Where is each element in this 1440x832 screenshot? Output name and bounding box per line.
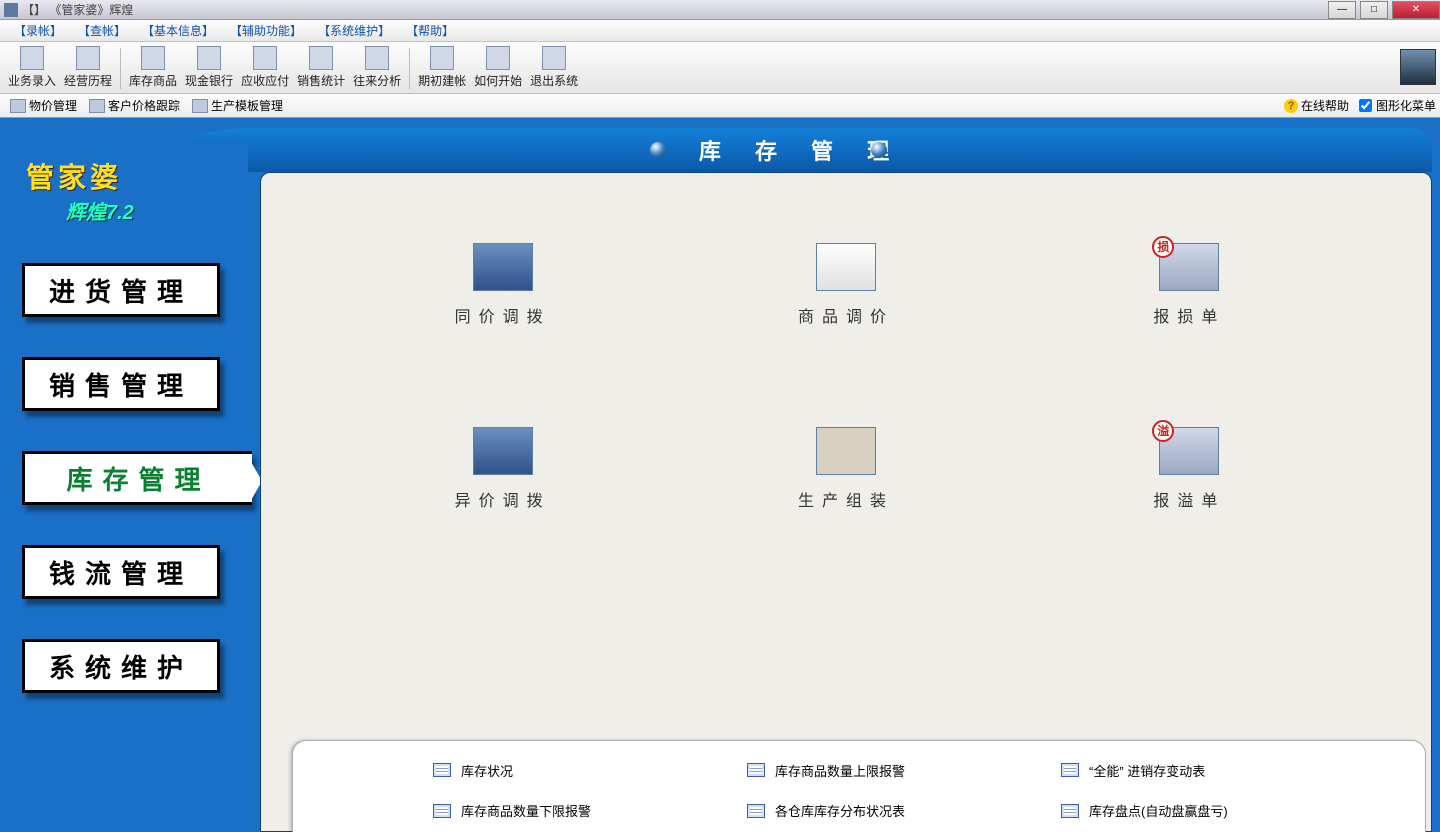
help-icon [486,46,510,70]
bl-stocktake[interactable]: 库存盘点(自动盘赢盘亏) [1061,796,1295,827]
tools-icon [816,427,876,475]
warehouse-icon [473,243,533,291]
tb-sales-stat[interactable]: 销售统计 [293,44,349,93]
fn-loss-sheet[interactable]: 损报损单 [1048,243,1331,327]
logo-line1: 管家婆 [26,156,238,196]
grid-icon [1061,763,1079,777]
tb-exit[interactable]: 退出系统 [526,44,582,93]
overflow-badge-icon: 溢 [1152,420,1174,442]
bank-icon [197,46,221,70]
grid-icon [747,804,765,818]
menubar: 【录帐】 【查帐】 【基本信息】 【辅助功能】 【系统维护】 【帮助】 [0,20,1440,42]
page-header: 库 存 管 理 [170,128,1432,172]
menu-ledger-query[interactable]: 【查帐】 [70,22,134,39]
fn-overflow-sheet[interactable]: 溢报溢单 [1048,427,1331,511]
fn-diff-price-transfer[interactable]: 异价调拨 [361,427,644,511]
bl-stock-status[interactable]: 库存状况 [433,755,667,786]
exchange-icon [365,46,389,70]
tb-recv-pay[interactable]: 应收应付 [237,44,293,93]
grid-icon [433,763,451,777]
tb-contacts[interactable]: 往来分析 [349,44,405,93]
warehouse-icon [473,427,533,475]
close-button[interactable]: ✕ [1392,1,1440,19]
separator [120,48,121,89]
toolbar-secondary: 物价管理 客户价格跟踪 生产模板管理 ? 在线帮助 图形化菜单 [0,94,1440,118]
nav-sales[interactable]: 销售管理 [22,357,220,411]
tb2-price-mgmt[interactable]: 物价管理 [4,97,83,114]
function-grid: 同价调拨 商品调价 损报损单 异价调拨 生产组装 溢报溢单 [261,173,1431,551]
loss-badge-icon: 损 [1152,236,1174,258]
bl-lower-alarm[interactable]: 库存商品数量下限报警 [433,796,667,827]
bl-all-move[interactable]: “全能” 进销存变动表 [1061,755,1295,786]
doc-icon [10,99,26,113]
nav-cashflow[interactable]: 钱流管理 [22,545,220,599]
app-icon [4,3,18,17]
nav-purchase[interactable]: 进货管理 [22,263,220,317]
bl-upper-alarm[interactable]: 库存商品数量上限报警 [747,755,981,786]
bl-dist-status[interactable]: 各仓库库存分布状况表 [747,796,981,827]
tb-how-start[interactable]: 如何开始 [470,44,526,93]
chart-icon [309,46,333,70]
toolbar-main: 业务录入 经营历程 库存商品 现金银行 应收应付 销售统计 往来分析 期初建帐 … [0,42,1440,94]
tb-cash-bank[interactable]: 现金银行 [181,44,237,93]
ornament-ball-icon [650,142,666,158]
maximize-button[interactable]: □ [1360,1,1388,19]
content-panel: 同价调拨 商品调价 损报损单 异价调拨 生产组装 溢报溢单 [260,172,1432,832]
exit-icon [542,46,566,70]
fn-same-price-transfer[interactable]: 同价调拨 [361,243,644,327]
template-icon [192,99,208,113]
graph-menu-checkbox[interactable] [1359,99,1372,112]
graph-menu-label: 图形化菜单 [1376,97,1436,114]
brand-cube-icon [1400,49,1436,85]
bottom-list: 库存状况 库存商品数量上限报警 “全能” 进销存变动表 库存商品数量下限报警 各… [292,740,1426,832]
grid-icon [1061,804,1079,818]
logo-line2: 辉煌7.2 [66,196,238,225]
pencil-icon [20,46,44,70]
question-icon: ? [1284,99,1298,113]
nav-inventory[interactable]: 库存管理 [22,451,252,505]
minimize-button[interactable]: — [1328,1,1356,19]
menu-system[interactable]: 【系统维护】 [310,22,398,39]
menu-ledger-entry[interactable]: 【录帐】 [6,22,70,39]
tb-inventory[interactable]: 库存商品 [125,44,181,93]
tb2-cust-price[interactable]: 客户价格跟踪 [83,97,186,114]
separator [409,48,410,89]
grid-icon [747,763,765,777]
chart-icon [816,243,876,291]
logo: 管家婆 辉煌7.2 [8,142,248,249]
ornament-ball-icon [871,142,887,158]
fn-price-adjust[interactable]: 商品调价 [704,243,987,327]
track-icon [89,99,105,113]
balance-icon [253,46,277,70]
box-icon [141,46,165,70]
menu-basic-info[interactable]: 【基本信息】 [134,22,222,39]
tb-biz-entry[interactable]: 业务录入 [4,44,60,93]
tb-biz-history[interactable]: 经营历程 [60,44,116,93]
window-title: 【】 《管家婆》辉煌 [22,1,133,18]
grid-icon [433,804,451,818]
fn-assembly[interactable]: 生产组装 [704,427,987,511]
box-overflow-icon: 溢 [1159,427,1219,475]
history-icon [76,46,100,70]
titlebar: 【】 《管家婆》辉煌 — □ ✕ [0,0,1440,20]
box-loss-icon: 损 [1159,243,1219,291]
tb-init-ledger[interactable]: 期初建帐 [414,44,470,93]
menu-help[interactable]: 【帮助】 [398,22,462,39]
tb2-prod-template[interactable]: 生产模板管理 [186,97,289,114]
nav-system[interactable]: 系统维护 [22,639,220,693]
menu-aux[interactable]: 【辅助功能】 [222,22,310,39]
main-area: 库 存 管 理 管家婆 辉煌7.2 进货管理 销售管理 库存管理 钱流管理 系统… [0,118,1440,832]
online-help-link[interactable]: 在线帮助 [1301,97,1349,114]
sidebar: 管家婆 辉煌7.2 进货管理 销售管理 库存管理 钱流管理 系统维护 [8,142,248,832]
open-icon [430,46,454,70]
